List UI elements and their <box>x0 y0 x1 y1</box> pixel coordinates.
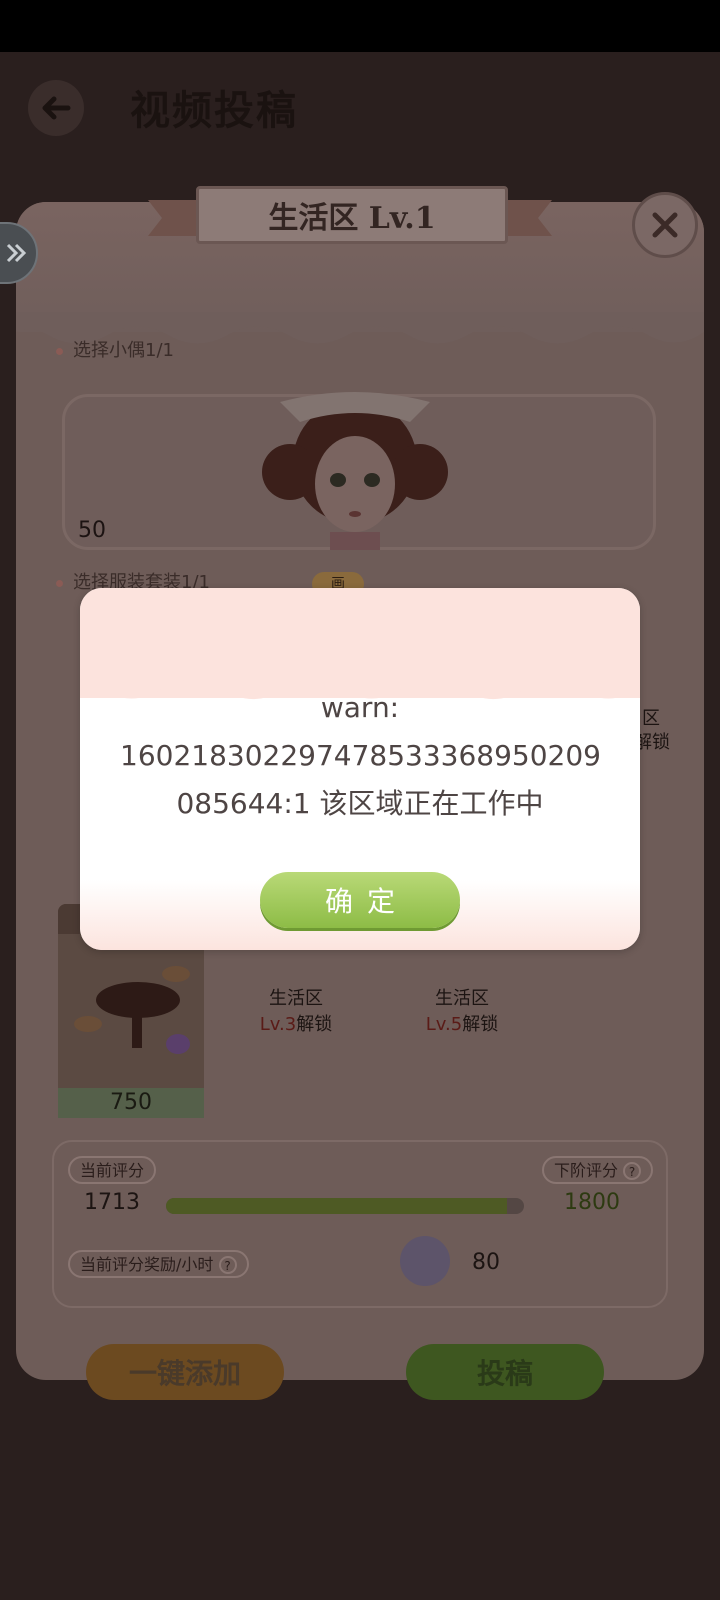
status-bar <box>0 0 720 52</box>
top-bar <box>0 52 720 162</box>
page-title: 视频投稿 <box>130 87 298 134</box>
behind-zone-label: 区 <box>642 708 660 729</box>
confirm-button[interactable]: 确定 <box>260 872 460 928</box>
help-icon: ? <box>623 1162 642 1180</box>
submit-button[interactable]: 投稿 <box>406 1344 604 1400</box>
zone-lock-2: 生活区 Lv.5解锁 <box>425 988 499 1035</box>
reward-value: 80 <box>472 1250 500 1275</box>
doll-value: 50 <box>78 518 106 543</box>
next-score-label[interactable]: 下阶评分 ? <box>542 1156 654 1184</box>
score-progress-bar <box>166 1198 524 1214</box>
score-progress-fill <box>166 1198 507 1214</box>
reward-label[interactable]: 当前评分奖励/小时 ? <box>68 1250 249 1278</box>
double-chevron-right-icon <box>6 243 27 263</box>
next-score-value: 1800 <box>564 1190 620 1215</box>
help-icon: ? <box>218 1256 237 1274</box>
section-doll-label: 选择小偶1/1 <box>56 336 174 362</box>
close-icon <box>652 212 678 238</box>
zone-title-ribbon: 生活区 Lv.1 <box>196 186 508 244</box>
dialog-message: warn: 160218302297478533368950209 085644… <box>120 691 601 820</box>
arrow-left-icon <box>42 96 71 120</box>
close-button[interactable] <box>632 192 698 258</box>
zone-title: 生活区 Lv.1 <box>268 201 436 236</box>
current-score-label: 当前评分 <box>68 1156 157 1184</box>
doll-portrait <box>262 392 448 550</box>
add-all-button[interactable]: 一键添加 <box>86 1344 284 1400</box>
zone-lock-1: 生活区 Lv.3解锁 <box>259 988 333 1035</box>
back-button[interactable] <box>28 80 84 136</box>
warning-dialog: warn: 160218302297478533368950209 085644… <box>80 588 640 950</box>
butterfly-icon <box>400 1236 450 1286</box>
furniture-value: 750 <box>58 1088 204 1118</box>
bullet-dot <box>56 347 63 355</box>
current-score-value: 1713 <box>84 1190 140 1215</box>
bullet-dot <box>56 579 63 587</box>
